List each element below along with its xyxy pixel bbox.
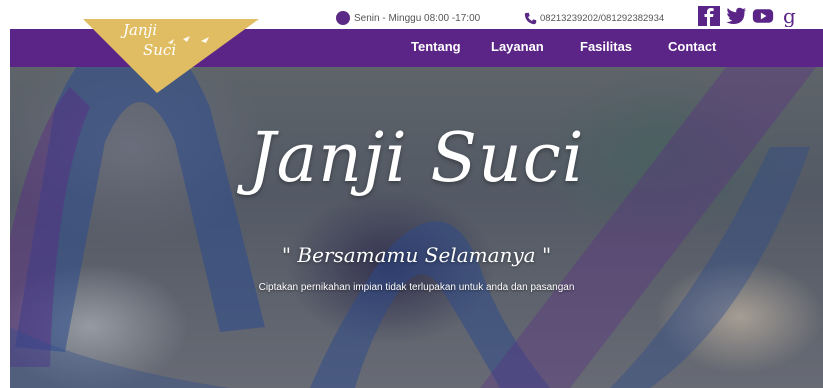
hero-banner: Janji Suci " Bersamamu Selamanya " Cipta… [10,67,823,388]
logo-line-2: Suci [143,41,177,59]
youtube-icon[interactable] [752,5,774,27]
nav-link-layanan[interactable]: Layanan [491,39,544,54]
hero-title: Janji Suci [248,119,585,198]
hero-tagline: " Bersamamu Selamanya " [281,243,552,267]
opening-hours: Senin - Minggu 08:00 -17:00 [336,11,480,25]
clock-icon [336,11,350,25]
nav-link-contact[interactable]: Contact [668,39,716,54]
social-links: g [698,5,801,27]
decorative-logo-shapes [10,67,817,388]
twitter-icon[interactable] [725,5,747,27]
phone-number: 08213239202/081292382934 [540,12,665,24]
phone-contact[interactable]: 08213239202/081292382934 [524,11,664,25]
google-plus-icon[interactable]: g [779,5,801,27]
phone-icon [524,12,537,24]
nav-link-fasilitas[interactable]: Fasilitas [580,39,632,54]
opening-hours-text: Senin - Minggu 08:00 -17:00 [354,12,481,24]
nav-link-tentang[interactable]: Tentang [411,39,461,54]
facebook-icon[interactable] [698,5,720,27]
hero-subtitle: Ciptakan pernikahan impian tidak terlupa… [258,282,575,293]
site-logo[interactable]: Janji Suci [83,19,259,93]
logo-line-1: Janji [123,21,158,39]
svg-text:g: g [783,5,796,27]
